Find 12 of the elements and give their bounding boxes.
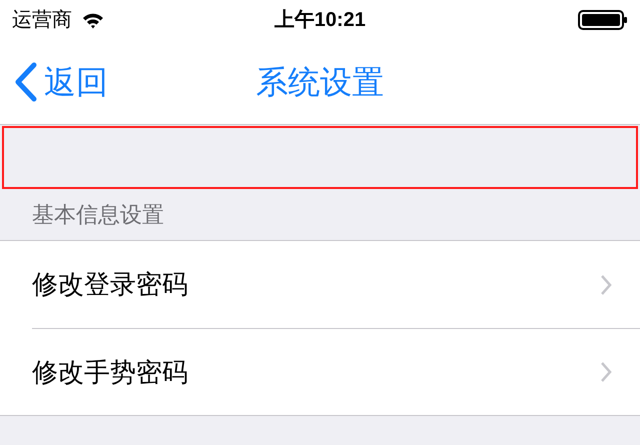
chevron-right-icon — [600, 361, 612, 383]
screen-title: 系统设置 — [256, 63, 384, 102]
wifi-icon — [82, 12, 104, 28]
chevron-right-icon — [600, 274, 612, 296]
back-chevron-icon — [14, 62, 38, 102]
battery-icon — [578, 10, 628, 30]
settings-row-label[interactable]: 修改登录密码 — [32, 265, 188, 304]
clock-label: 上午10:21 — [274, 8, 366, 33]
section-header: 基本信息设置 — [32, 201, 164, 229]
back-button[interactable]: 返回 — [14, 58, 108, 106]
carrier-label: 运营商 — [12, 8, 72, 33]
settings-row-label[interactable]: 修改手势密码 — [32, 352, 188, 392]
